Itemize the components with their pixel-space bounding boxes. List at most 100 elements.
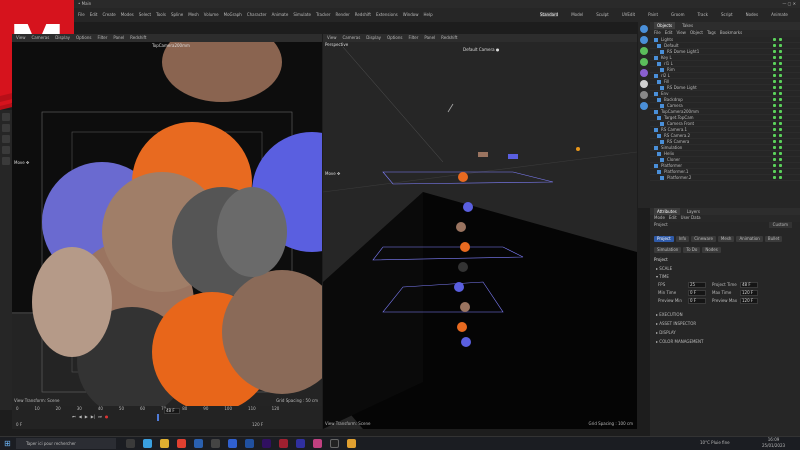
play-icon[interactable]: ▶	[85, 414, 88, 420]
layout-tab[interactable]: Script	[721, 12, 733, 17]
render-icon[interactable]	[779, 134, 782, 137]
layout-tab[interactable]: Groom	[671, 12, 684, 17]
objects-menu-tags[interactable]: Tags	[707, 30, 716, 37]
visibility-icon[interactable]	[773, 68, 776, 71]
render-icon[interactable]	[779, 50, 782, 53]
viewport-menu-redshift[interactable]: Redshift	[130, 35, 146, 41]
render-icon[interactable]	[779, 164, 782, 167]
attr-tab-project[interactable]: Project	[654, 236, 674, 242]
menu-tools[interactable]: Tools	[156, 12, 166, 17]
viewport-menu-display[interactable]: Display	[366, 35, 381, 41]
preset-dropdown[interactable]: Custom	[768, 222, 792, 228]
window-controls[interactable]: — ▢ ✕	[782, 0, 796, 8]
render-icon[interactable]	[779, 98, 782, 101]
visibility-icon[interactable]	[773, 44, 776, 47]
menu-mesh[interactable]: Mesh	[188, 12, 199, 17]
render-icon[interactable]	[779, 62, 782, 65]
record-icon[interactable]: ●	[105, 414, 109, 420]
layout-tab[interactable]: Nodes	[746, 12, 759, 17]
weather[interactable]: 10°C Pluie fine	[700, 440, 730, 446]
move-tool-icon[interactable]	[2, 113, 10, 121]
visibility-icon[interactable]	[773, 80, 776, 83]
visibility-icon[interactable]	[773, 86, 776, 89]
store-icon[interactable]	[194, 439, 203, 448]
camera-icon[interactable]	[640, 91, 648, 99]
tab-takes[interactable]: Takes	[679, 22, 696, 29]
objects-menu-object[interactable]: Object	[690, 30, 703, 37]
generator-icon[interactable]	[640, 47, 648, 55]
task-view-icon[interactable]	[126, 439, 135, 448]
after-effects-icon[interactable]	[262, 439, 271, 448]
tab-objects[interactable]: Objects	[654, 22, 676, 29]
premiere-icon[interactable]	[296, 439, 305, 448]
group-execution[interactable]: ▸ EXECUTION	[650, 312, 800, 318]
first-frame-icon[interactable]: ⏮	[72, 414, 76, 420]
fps-field[interactable]: 25	[688, 282, 706, 288]
visibility-icon[interactable]	[773, 116, 776, 119]
menu-file[interactable]: File	[78, 12, 85, 17]
render-icon[interactable]	[779, 158, 782, 161]
viewport-menu-redshift[interactable]: Redshift	[441, 35, 457, 41]
layout-tab[interactable]: Track	[698, 12, 708, 17]
attr-tab-mesh[interactable]: Mesh	[717, 236, 735, 242]
layout-tab[interactable]: Model	[571, 12, 583, 17]
render-icon[interactable]	[779, 104, 782, 107]
cube-icon[interactable]	[640, 25, 648, 33]
illustrator-icon[interactable]	[279, 439, 288, 448]
render-icon[interactable]	[779, 176, 782, 179]
viewport-right-camera[interactable]: Default Camera ●	[463, 47, 499, 53]
magnet-tool-icon[interactable]	[2, 146, 10, 154]
viewport-menu-options[interactable]: Options	[76, 35, 91, 41]
timeline[interactable]: 0102030405060708090100110120 48 F 0 F 12…	[12, 406, 322, 429]
knife-tool-icon[interactable]	[2, 124, 10, 132]
menu-character[interactable]: Character	[247, 12, 267, 17]
visibility-icon[interactable]	[773, 38, 776, 41]
objects-menu-file[interactable]: File	[654, 30, 661, 37]
render-icon[interactable]	[779, 110, 782, 113]
project-time-field[interactable]: 48 F	[740, 282, 758, 288]
menu-mograph[interactable]: MoGraph	[224, 12, 242, 17]
viewport-menu-filter[interactable]: Filter	[408, 35, 418, 41]
menu-render[interactable]: Render	[335, 12, 349, 17]
objects-menu-view[interactable]: View	[676, 30, 686, 37]
render-icon[interactable]	[779, 152, 782, 155]
viewport-menu-cameras[interactable]: Cameras	[32, 35, 50, 41]
viewport-menu-filter[interactable]: Filter	[97, 35, 107, 41]
viewport-left-camera[interactable]: TopCamera200mm	[152, 43, 190, 49]
visibility-icon[interactable]	[773, 170, 776, 173]
viewport-menu-display[interactable]: Display	[55, 35, 70, 41]
viewport-right[interactable]: View Cameras Display Options Filter Panel Reds…	[323, 34, 637, 429]
visibility-icon[interactable]	[773, 176, 776, 179]
menu-select[interactable]: Select	[139, 12, 151, 17]
visibility-icon[interactable]	[773, 98, 776, 101]
visibility-icon[interactable]	[773, 146, 776, 149]
visibility-icon[interactable]	[773, 164, 776, 167]
steam-icon[interactable]	[211, 439, 220, 448]
spline-icon[interactable]	[640, 36, 648, 44]
light-icon[interactable]	[640, 80, 648, 88]
brush-tool-icon[interactable]	[2, 135, 10, 143]
deformer-icon[interactable]	[640, 58, 648, 66]
attr-tab-to-do[interactable]: To Do	[683, 247, 701, 253]
visibility-icon[interactable]	[773, 74, 776, 77]
menu-redshift[interactable]: Redshift	[355, 12, 371, 17]
group-color-management[interactable]: ▸ COLOR MANAGEMENT	[650, 339, 800, 345]
render-icon[interactable]	[779, 86, 782, 89]
visibility-icon[interactable]	[773, 140, 776, 143]
menu-volume[interactable]: Volume	[204, 12, 219, 17]
render-icon[interactable]	[779, 80, 782, 83]
render-icon[interactable]	[779, 116, 782, 119]
max-time-field[interactable]: 120 F	[740, 290, 758, 296]
viewport-menu-cameras[interactable]: Cameras	[343, 35, 361, 41]
prev-frame-icon[interactable]: ◀	[79, 414, 82, 420]
menu-animate[interactable]: Animate	[272, 12, 289, 17]
visibility-icon[interactable]	[773, 152, 776, 155]
menu-create[interactable]: Create	[102, 12, 115, 17]
viewport-left[interactable]: View Cameras Display Options Filter Panel Reds…	[12, 34, 322, 406]
menu-spline[interactable]: Spline	[171, 12, 183, 17]
attr-tab-animation[interactable]: Animation	[736, 236, 763, 242]
tab-attributes[interactable]: Attributes	[654, 208, 680, 215]
menu-edit[interactable]: Edit	[90, 12, 98, 17]
windows-start-icon[interactable]: ⊞	[4, 439, 11, 449]
menu-extensions[interactable]: Extensions	[376, 12, 398, 17]
